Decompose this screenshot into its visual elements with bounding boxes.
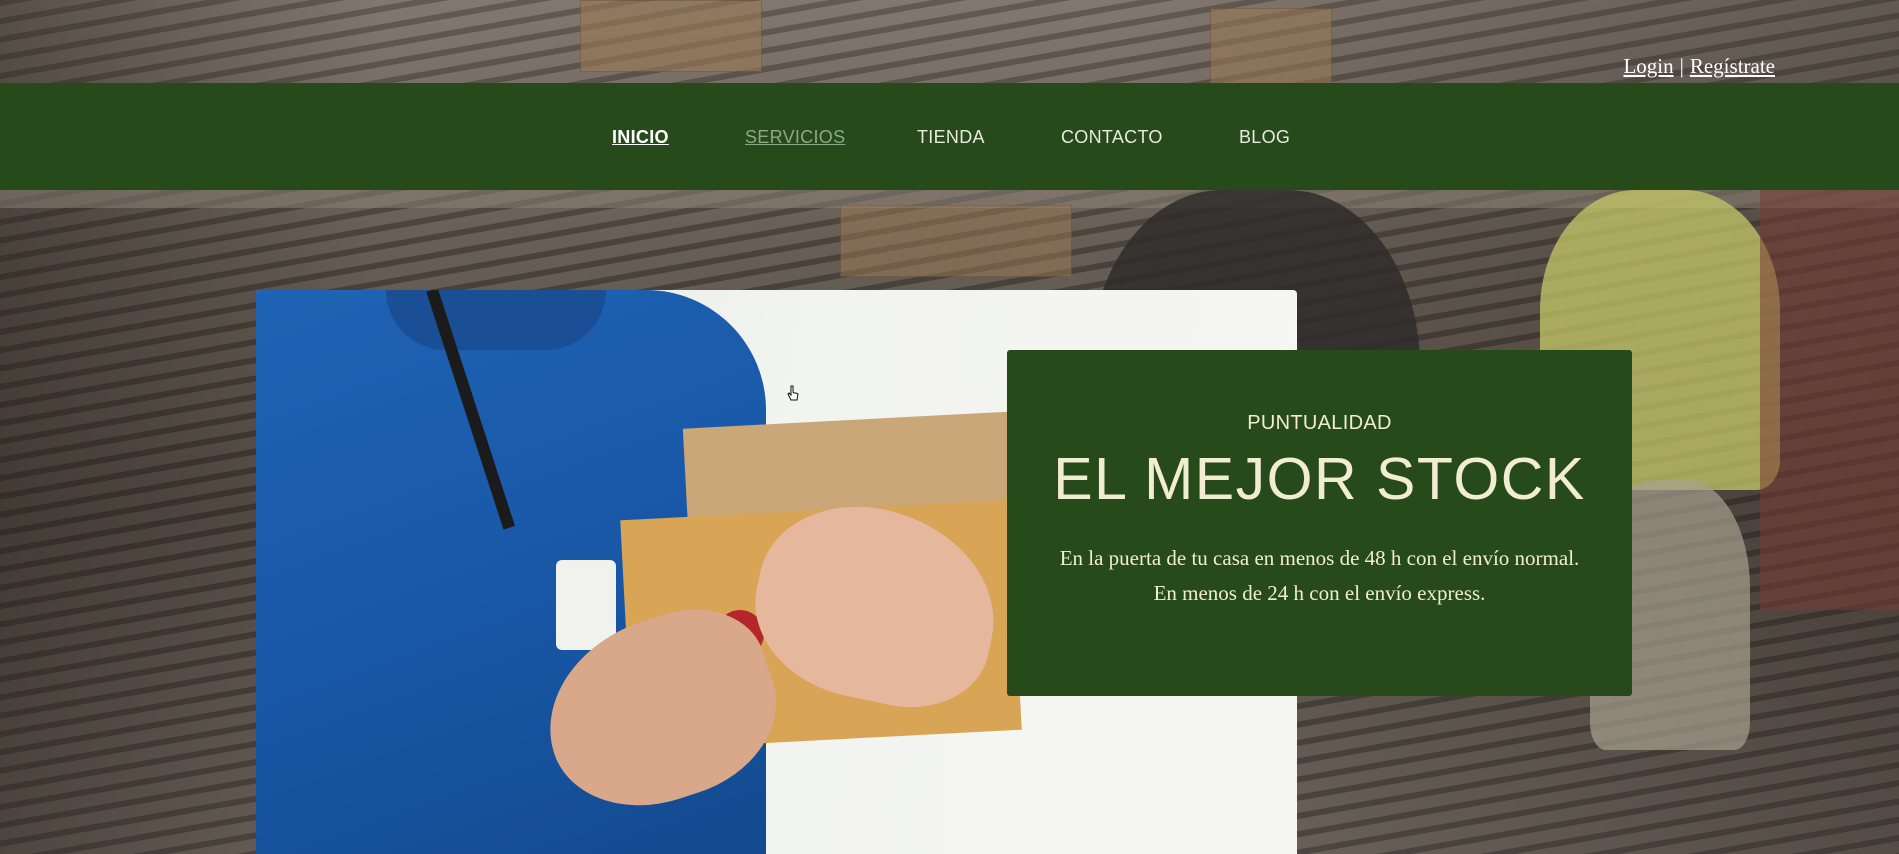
nav-item-servicios[interactable]: SERVICIOS	[745, 127, 845, 148]
promo-card: PUNTUALIDAD EL MEJOR STOCK En la puerta …	[1007, 350, 1632, 696]
login-link[interactable]: Login	[1623, 54, 1673, 78]
promo-text: En la puerta de tu casa en menos de 48 h…	[1059, 546, 1580, 605]
auth-links: Login | Regístrate	[1623, 54, 1775, 79]
nav-item-blog[interactable]: BLOG	[1239, 127, 1290, 148]
register-link[interactable]: Regístrate	[1690, 54, 1775, 78]
nav-menu: INICIO SERVICIOS TIENDA CONTACTO BLOG	[0, 83, 1899, 190]
nav-item-contacto[interactable]: CONTACTO	[1061, 127, 1163, 148]
auth-separator: |	[1679, 54, 1684, 78]
promo-kicker: PUNTUALIDAD	[1247, 412, 1392, 434]
nav-item-tienda[interactable]: TIENDA	[917, 127, 985, 148]
main-navbar: INICIO SERVICIOS TIENDA CONTACTO BLOG	[0, 83, 1899, 190]
hand-pointer-icon	[787, 385, 799, 401]
nav-item-inicio[interactable]: INICIO	[612, 127, 669, 148]
promo-title: EL MEJOR STOCK	[1053, 446, 1586, 512]
